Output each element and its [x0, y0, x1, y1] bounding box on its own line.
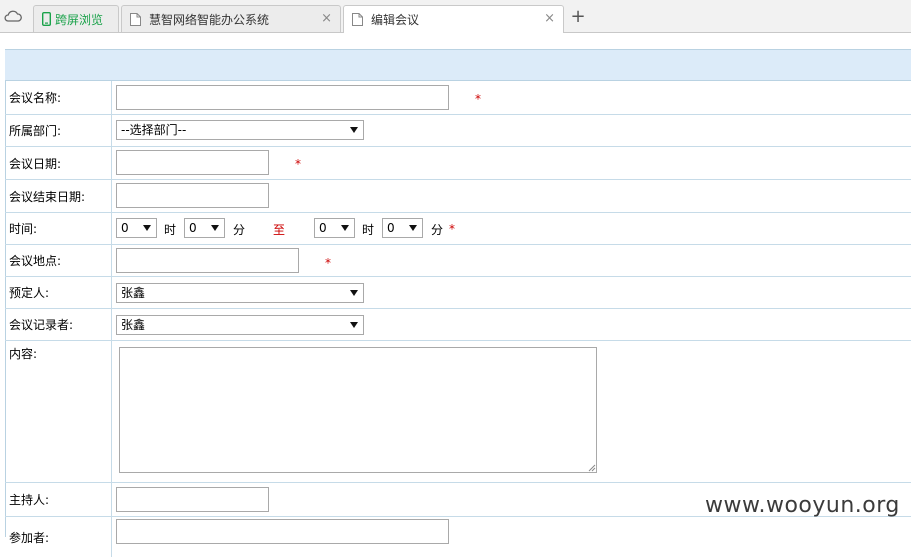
dropdown-arrow-icon [409, 225, 417, 231]
start-hour-value: 0 [121, 221, 129, 235]
cloud-icon[interactable] [4, 9, 22, 23]
host-label: 主持人: [5, 483, 112, 516]
department-select-value: --选择部门-- [121, 123, 187, 137]
end-date-input[interactable] [116, 183, 269, 208]
attendees-label: 参加者: [5, 517, 112, 557]
row-content: 内容: [5, 341, 911, 483]
content-label: 内容: [5, 341, 112, 482]
booker-select[interactable]: 张鑫 [116, 283, 364, 303]
end-hour-value: 0 [319, 221, 327, 235]
dropdown-arrow-icon [143, 225, 151, 231]
start-minute-select[interactable]: 0 [184, 218, 225, 238]
row-meeting-name: 会议名称: * [5, 81, 911, 115]
close-icon[interactable]: × [321, 11, 332, 26]
dropdown-arrow-icon [350, 127, 358, 133]
recorder-select-value: 张鑫 [121, 318, 146, 332]
row-booker: 预定人: 张鑫 [5, 277, 911, 309]
row-recorder: 会议记录者: 张鑫 [5, 309, 911, 341]
form-header-band [5, 49, 911, 81]
recorder-select[interactable]: 张鑫 [116, 315, 364, 335]
dropdown-arrow-icon [341, 225, 349, 231]
content-textarea[interactable] [119, 347, 597, 473]
attendees-input[interactable] [116, 519, 449, 544]
dropdown-arrow-icon [350, 290, 358, 296]
phone-icon [42, 12, 51, 26]
location-input[interactable] [116, 248, 299, 273]
minute-unit: 分 [233, 223, 246, 237]
dropdown-arrow-icon [211, 225, 219, 231]
browser-tab-bar: 跨屏浏览 慧智网络智能办公系统 × 编辑会议 × + [0, 0, 911, 33]
row-department: 所属部门: --选择部门-- [5, 115, 911, 147]
meeting-name-label: 会议名称: [5, 81, 112, 114]
end-hour-select[interactable]: 0 [314, 218, 355, 238]
to-separator: 至 [273, 223, 286, 237]
watermark: www.wooyun.org [705, 493, 900, 518]
row-time: 时间: 0 时 0 分 至 0 时 0 分 * [5, 213, 911, 245]
host-input[interactable] [116, 487, 269, 512]
end-date-label: 会议结束日期: [5, 180, 112, 212]
resize-grip-icon[interactable] [588, 464, 596, 472]
row-end-date: 会议结束日期: [5, 180, 911, 213]
tab-label: 编辑会议 [371, 13, 420, 27]
tab-edit-meeting[interactable]: 编辑会议 × [343, 5, 564, 33]
booker-label: 预定人: [5, 277, 112, 308]
start-hour-select[interactable]: 0 [116, 218, 157, 238]
meeting-date-input[interactable] [116, 150, 269, 175]
location-label: 会议地点: [5, 245, 112, 276]
document-icon [130, 12, 141, 26]
booker-select-value: 张鑫 [121, 286, 146, 300]
required-mark: * [295, 157, 301, 171]
start-minute-value: 0 [189, 221, 197, 235]
meeting-name-input[interactable] [116, 85, 449, 110]
row-meeting-date: 会议日期: * [5, 147, 911, 180]
time-label: 时间: [5, 213, 112, 244]
dropdown-arrow-icon [350, 322, 358, 328]
required-mark: * [475, 92, 481, 106]
minute-unit: 分 [431, 223, 444, 237]
recorder-label: 会议记录者: [5, 309, 112, 340]
row-location: 会议地点: * [5, 245, 911, 277]
tab-label: 慧智网络智能办公系统 [149, 12, 270, 27]
hour-unit: 时 [362, 223, 375, 237]
tab-label: 跨屏浏览 [55, 12, 104, 27]
close-icon[interactable]: × [544, 11, 555, 26]
end-minute-select[interactable]: 0 [382, 218, 423, 238]
row-attendees: 参加者: [5, 517, 911, 557]
tab-office-system[interactable]: 慧智网络智能办公系统 × [121, 5, 341, 32]
tab-cross-screen[interactable]: 跨屏浏览 [33, 5, 119, 32]
end-minute-value: 0 [387, 221, 395, 235]
department-select[interactable]: --选择部门-- [116, 120, 364, 140]
hour-unit: 时 [164, 223, 177, 237]
document-icon [352, 13, 363, 26]
required-mark: * [449, 222, 455, 236]
required-mark: * [325, 256, 331, 270]
department-label: 所属部门: [5, 115, 112, 146]
new-tab-button[interactable]: + [568, 8, 588, 28]
meeting-date-label: 会议日期: [5, 147, 112, 179]
